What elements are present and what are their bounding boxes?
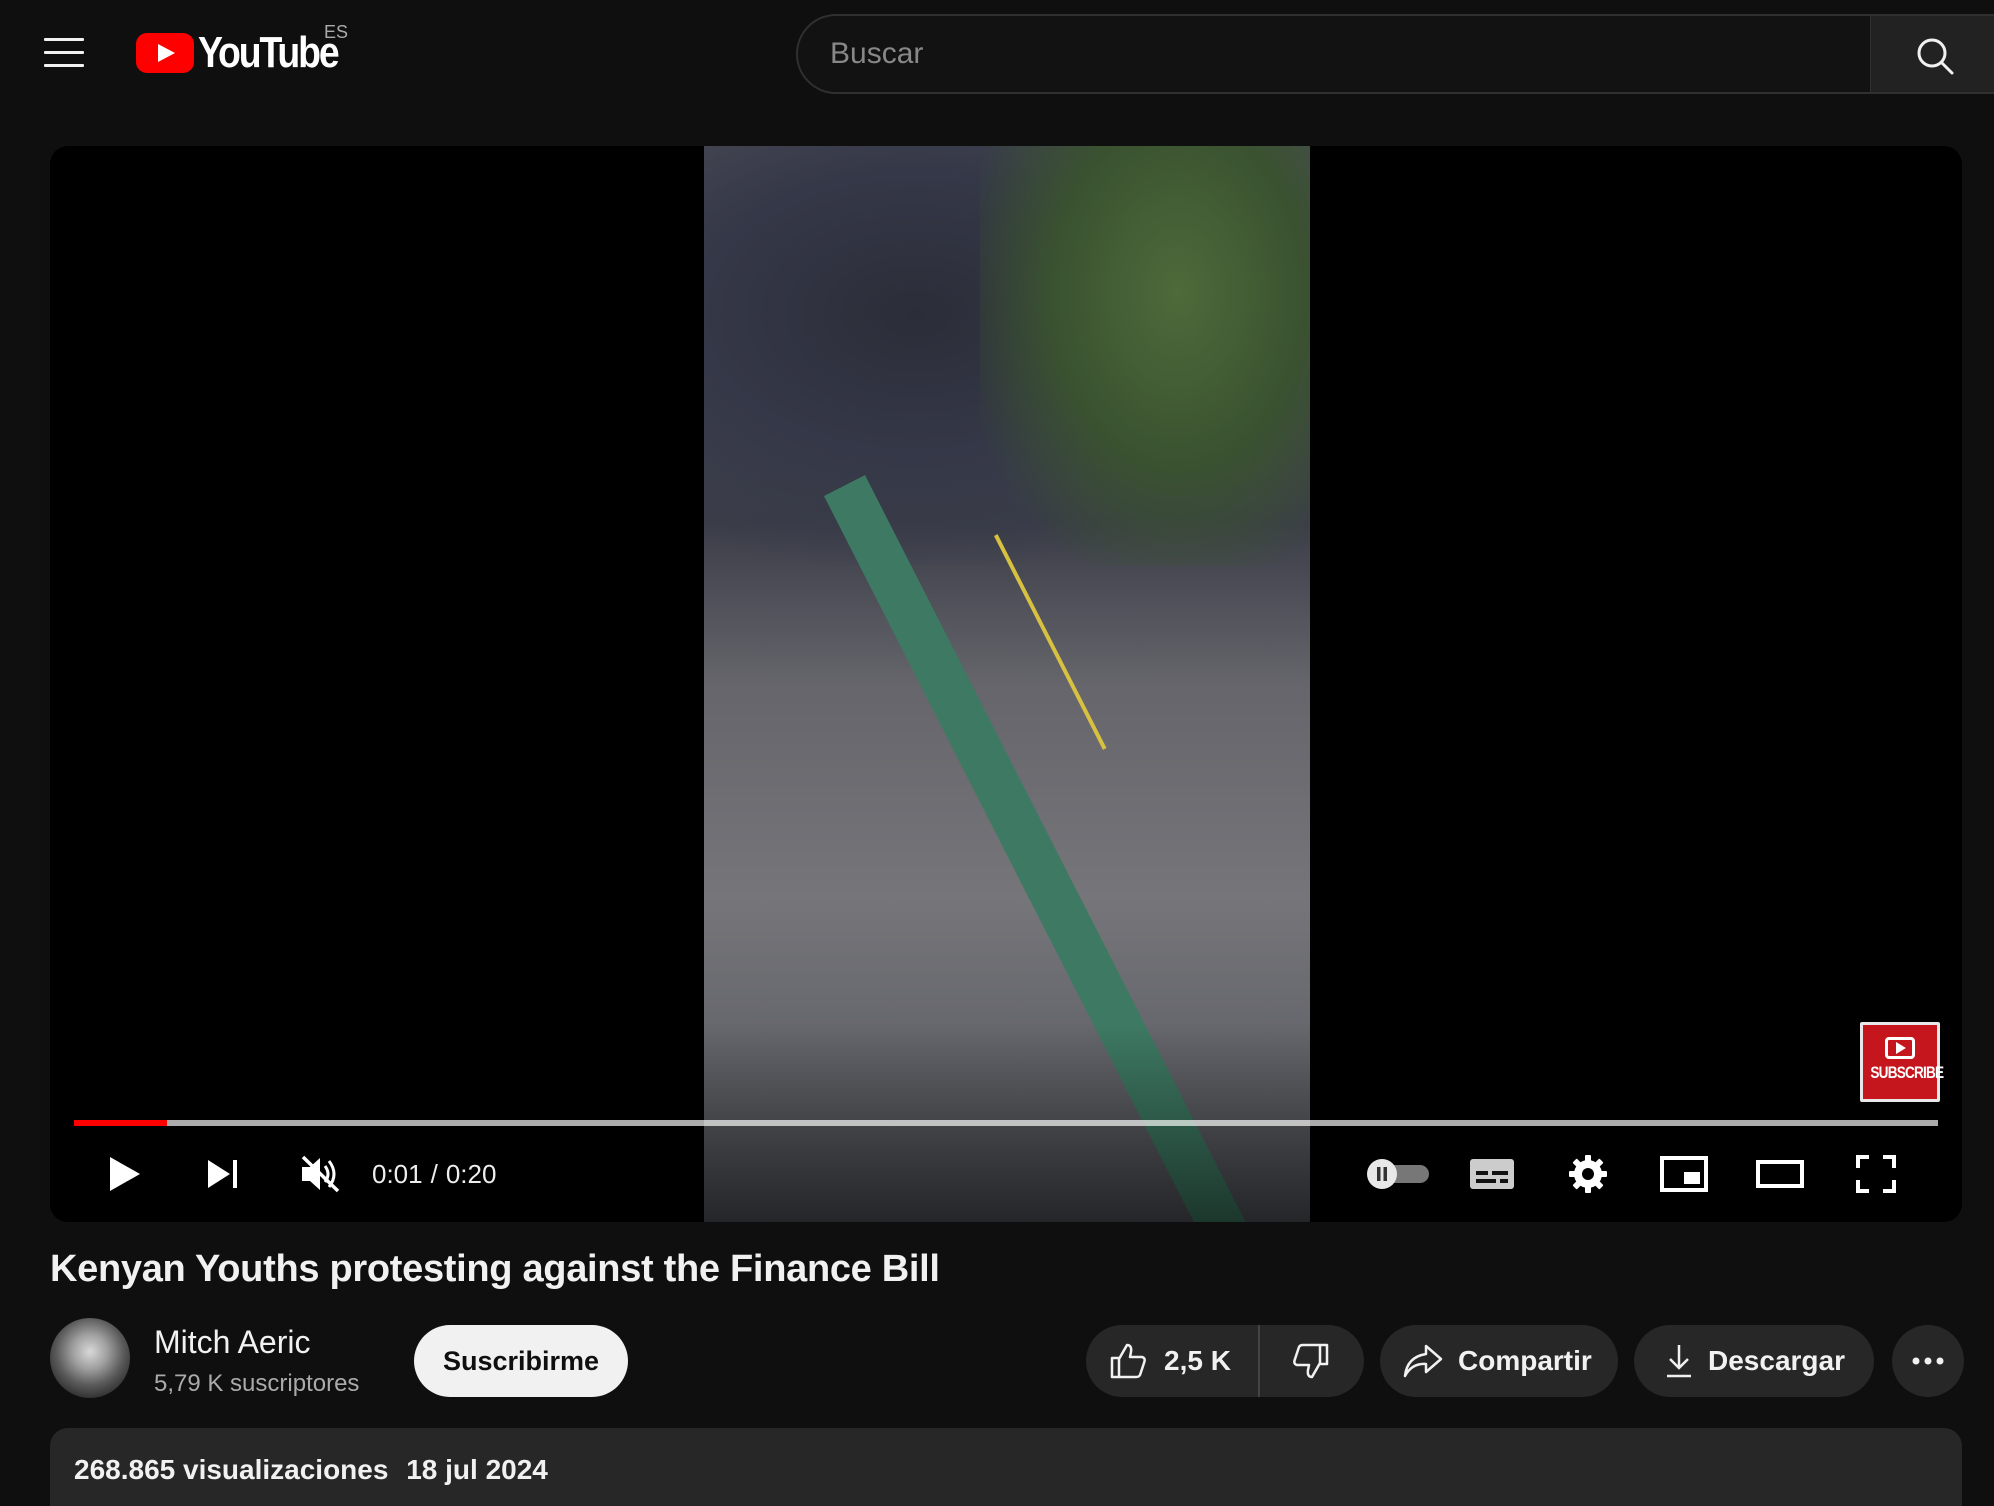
menu-icon[interactable]: [44, 38, 84, 68]
play-button[interactable]: [90, 1136, 160, 1212]
subtitles-icon: [1470, 1159, 1514, 1189]
video-title: Kenyan Youths protesting against the Fin…: [50, 1248, 940, 1290]
time-separator: /: [430, 1158, 438, 1189]
channel-name[interactable]: Mitch Aeric: [154, 1324, 310, 1361]
volume-muted-icon: [301, 1155, 340, 1193]
search-input[interactable]: [830, 16, 1830, 92]
search-icon: [1917, 38, 1954, 75]
theater-mode-icon: [1756, 1160, 1804, 1188]
trees-area: [980, 146, 1310, 566]
download-button[interactable]: Descargar: [1634, 1325, 1874, 1397]
subscribe-watermark[interactable]: SUBSCRIBE: [1860, 1022, 1944, 1102]
subscriber-count: 5,79 K suscriptores: [154, 1370, 360, 1397]
skip-next-icon: [208, 1160, 237, 1188]
settings-button[interactable]: [1550, 1136, 1626, 1212]
thumbs-down-icon: [1293, 1343, 1329, 1379]
time-display: 0:01 / 0:20: [368, 1136, 500, 1212]
channel-avatar[interactable]: [50, 1318, 130, 1398]
search-button[interactable]: [1870, 14, 1994, 94]
next-button[interactable]: [188, 1136, 258, 1212]
fullscreen-icon: [1856, 1155, 1896, 1193]
video-player[interactable]: SUBSCRIBE 0:01 / 0:20: [50, 146, 1962, 1222]
miniplayer-button[interactable]: [1646, 1136, 1722, 1212]
miniplayer-icon: [1660, 1156, 1708, 1192]
watermark-play-icon: [1885, 1037, 1915, 1059]
more-actions-button[interactable]: [1892, 1325, 1964, 1397]
watermark-text: SUBSCRIBE: [1870, 1063, 1944, 1082]
share-button[interactable]: Compartir: [1380, 1325, 1618, 1397]
mute-button[interactable]: [282, 1136, 358, 1212]
description-meta: 268.865 visualizaciones 18 jul 2024: [74, 1454, 558, 1486]
play-icon: [110, 1157, 140, 1191]
current-time: 0:01: [372, 1158, 423, 1189]
upload-date: 18 jul 2024: [406, 1454, 548, 1485]
logo-text: YouTube: [198, 28, 340, 77]
download-icon: [1667, 1345, 1691, 1378]
player-controls: 0:01 / 0:20: [50, 1136, 1962, 1212]
autoplay-toggle-icon: [1367, 1159, 1429, 1189]
progress-played: [74, 1120, 168, 1126]
share-label: Compartir: [1458, 1345, 1592, 1376]
masthead: YouTube ES: [0, 0, 1994, 108]
duration: 0:20: [445, 1158, 497, 1189]
thumbs-up-icon: [1110, 1343, 1146, 1379]
autoplay-toggle[interactable]: [1360, 1136, 1436, 1212]
download-label: Descargar: [1708, 1345, 1845, 1376]
like-count: 2,5 K: [1164, 1345, 1231, 1376]
country-code: ES: [324, 22, 349, 42]
like-dislike-group: 2,5 K: [1086, 1325, 1364, 1397]
subscribe-button[interactable]: Suscribirme: [414, 1325, 628, 1397]
description-box[interactable]: 268.865 visualizaciones 18 jul 2024: [50, 1428, 1962, 1506]
view-count: 268.865 visualizaciones: [74, 1454, 389, 1485]
share-icon: [1403, 1344, 1443, 1378]
youtube-play-icon: [136, 33, 194, 73]
like-button[interactable]: 2,5 K: [1086, 1325, 1260, 1397]
fullscreen-button[interactable]: [1838, 1136, 1914, 1212]
progress-bar[interactable]: [74, 1120, 1938, 1126]
more-horizontal-icon: [1912, 1357, 1944, 1365]
progress-loaded: [74, 1120, 1938, 1126]
theater-mode-button[interactable]: [1742, 1136, 1818, 1212]
dislike-button[interactable]: [1260, 1325, 1362, 1397]
gear-icon: [1569, 1155, 1607, 1193]
subtitles-button[interactable]: [1454, 1136, 1530, 1212]
search-box: [796, 14, 1994, 94]
road-line: [994, 534, 1107, 750]
